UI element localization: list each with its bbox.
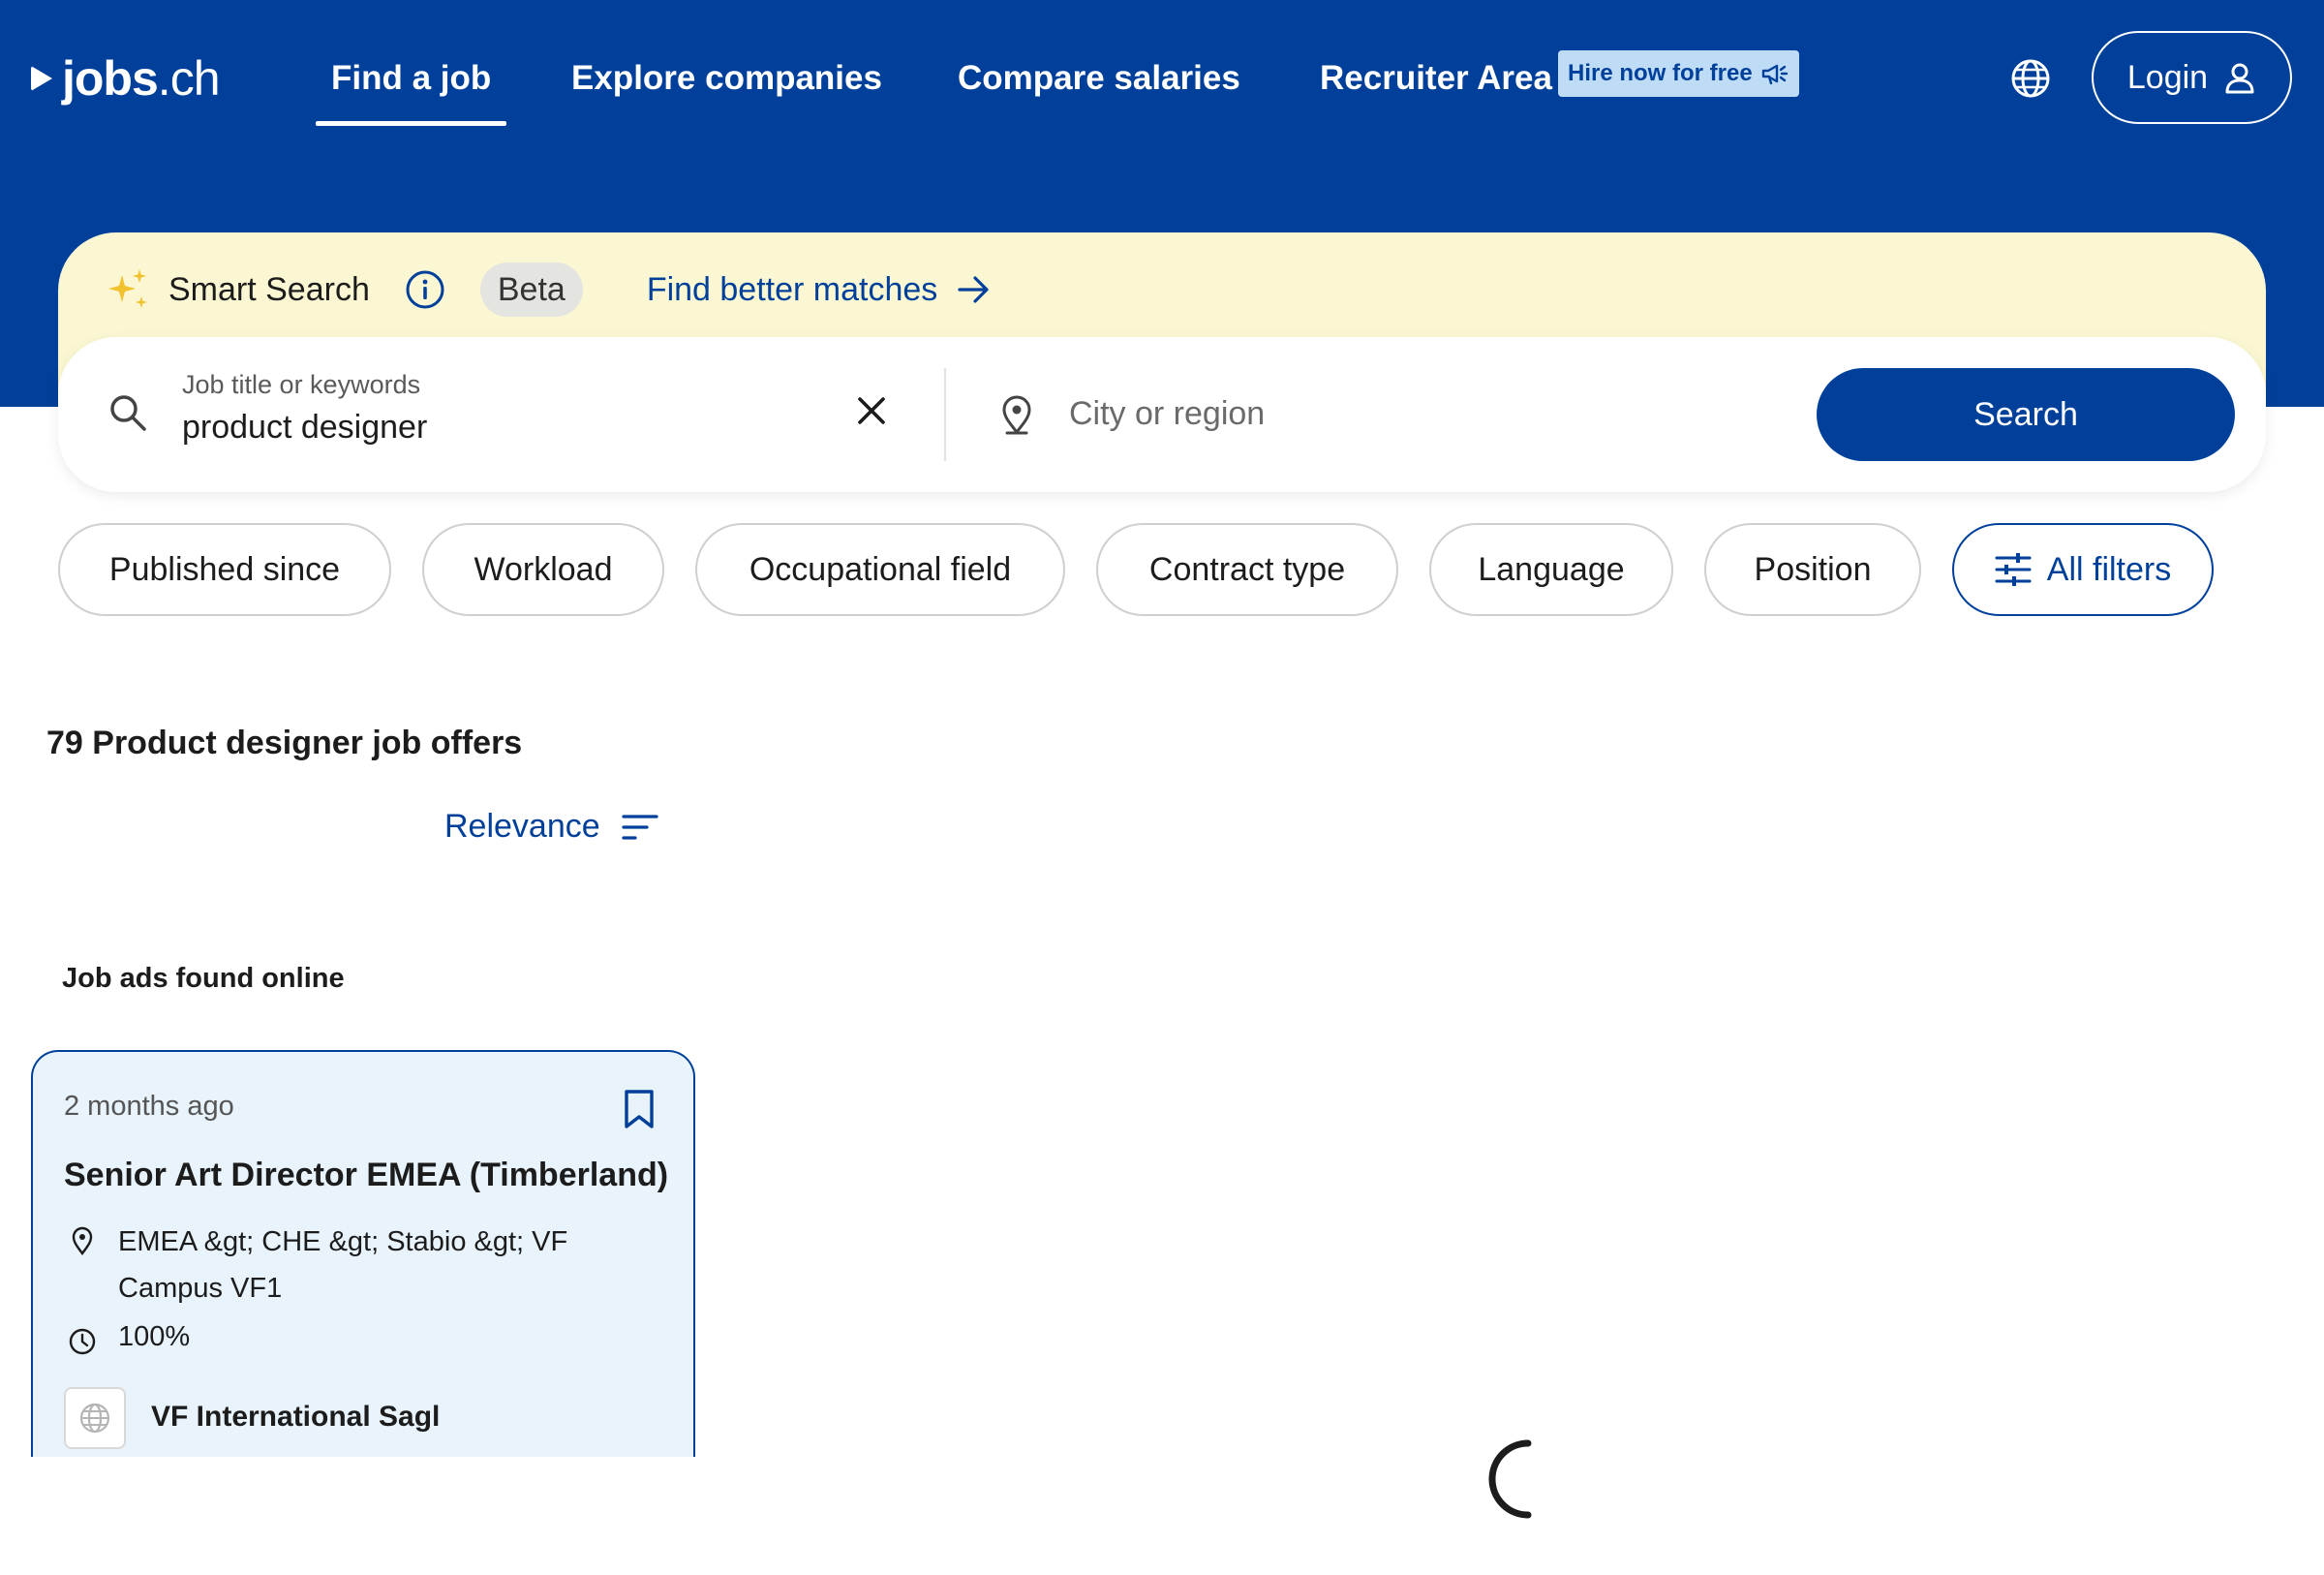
sparkle-icon	[108, 269, 147, 308]
location-pin-icon	[1002, 395, 1031, 435]
top-navigation: jobs .ch Find a job Explore companies Com…	[0, 0, 2324, 155]
nav-recruiter-area[interactable]: Recruiter Area	[1320, 54, 1552, 103]
hire-badge-label: Hire now for free	[1568, 60, 1753, 86]
beta-badge: Beta	[479, 262, 583, 317]
job-posted-time: 2 months ago	[64, 1091, 234, 1122]
filter-position[interactable]: Position	[1704, 523, 1921, 616]
megaphone-icon	[1761, 64, 1788, 85]
company-name: VF International Sagl	[151, 1401, 441, 1433]
all-filters-button[interactable]: All filters	[1952, 523, 2214, 616]
smart-search-label: Smart Search	[168, 270, 370, 308]
language-globe-icon[interactable]	[2010, 58, 2051, 99]
logo-play-icon	[31, 66, 52, 91]
nav-compare-salaries[interactable]: Compare salaries	[958, 54, 1240, 103]
clock-icon	[69, 1328, 96, 1355]
sort-label: Relevance	[444, 808, 600, 845]
find-better-matches-label: Find better matches	[646, 270, 938, 308]
filter-occupational-field[interactable]: Occupational field	[695, 523, 1065, 616]
jobs-ch-logo[interactable]: jobs .ch	[31, 50, 220, 107]
bookmark-icon[interactable]	[622, 1089, 657, 1129]
city-region-input[interactable]	[1069, 387, 1650, 440]
search-icon	[110, 395, 146, 431]
info-icon[interactable]	[405, 269, 445, 310]
company-logo	[64, 1387, 126, 1449]
company-globe-icon	[79, 1403, 110, 1434]
keyword-input[interactable]: product designer	[182, 409, 427, 447]
loading-spinner-icon	[1488, 1439, 1532, 1519]
search-bar: Job title or keywords product designer S…	[58, 337, 2266, 492]
smart-search-card: Smart Search Beta Find better matches Jo…	[58, 232, 2266, 492]
job-location: EMEA &gt; CHE &gt; Stabio &gt; VF Campus…	[118, 1226, 568, 1304]
sort-lines-icon	[622, 814, 658, 840]
hire-now-badge[interactable]: Hire now for free	[1558, 50, 1799, 97]
all-filters-label: All filters	[2046, 550, 2172, 588]
login-label: Login	[2126, 58, 2209, 96]
job-location-icon	[72, 1226, 93, 1255]
logo-text-light: .ch	[157, 51, 221, 106]
sort-relevance-button[interactable]: Relevance	[444, 808, 658, 846]
filter-contract-type[interactable]: Contract type	[1096, 523, 1398, 616]
sliders-icon	[1995, 553, 2032, 586]
filter-language[interactable]: Language	[1429, 523, 1673, 616]
find-better-matches-link[interactable]: Find better matches	[647, 271, 992, 309]
smart-search-row: Smart Search Beta Find better matches	[107, 260, 992, 320]
filter-published-since[interactable]: Published since	[58, 523, 391, 616]
nav-find-a-job[interactable]: Find a job	[315, 54, 507, 126]
user-icon	[2225, 63, 2254, 94]
logo-text-bold: jobs	[62, 51, 159, 106]
job-workload: 100%	[118, 1321, 191, 1352]
job-title[interactable]: Senior Art Director EMEA (Timberland)	[64, 1157, 668, 1194]
search-button[interactable]: Search	[1817, 368, 2235, 461]
arrow-right-icon	[958, 276, 989, 303]
keyword-field-label: Job title or keywords	[182, 370, 421, 399]
clear-icon[interactable]	[852, 391, 891, 430]
nav-explore-companies[interactable]: Explore companies	[571, 54, 882, 103]
online-ads-section-label: Job ads found online	[62, 963, 345, 994]
filter-workload[interactable]: Workload	[422, 523, 664, 616]
results-count-title: 79 Product designer job offers	[46, 725, 523, 761]
login-button[interactable]: Login	[2092, 31, 2292, 124]
job-card[interactable]: 2 months ago Senior Art Director EMEA (T…	[31, 1050, 695, 1457]
search-divider	[944, 368, 946, 461]
